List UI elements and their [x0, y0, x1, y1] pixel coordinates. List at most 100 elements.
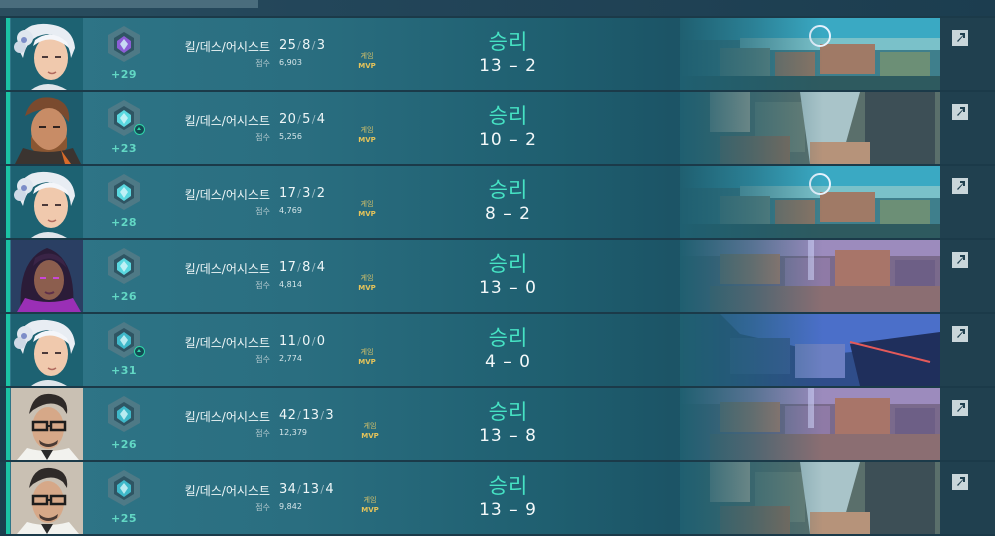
win-indicator-stripe [6, 92, 10, 164]
mvp-line1: 게임 [360, 200, 374, 208]
agent-portrait [11, 166, 83, 238]
score-value: 2,774 [279, 354, 302, 363]
diamond-rank-icon [108, 174, 140, 210]
score-label: 점수 [255, 281, 270, 290]
score-label: 점수 [255, 59, 270, 68]
rank-badge: +31 [100, 320, 148, 386]
header-tab-strip [0, 0, 258, 8]
kills-value: 17 [279, 186, 297, 201]
share-column [940, 166, 995, 238]
score-dash: – [503, 352, 513, 372]
mvp-line1: 게임 [360, 348, 374, 356]
match-result: 승리 [488, 178, 528, 202]
enemy-score: 0 [525, 278, 537, 298]
win-indicator-stripe [6, 240, 10, 312]
score-label: 점수 [255, 133, 270, 142]
match-mvp-badge: 게임 MVP [355, 421, 385, 441]
diamond-rank-icon [108, 248, 140, 284]
kda-label: 킬/데스/어시스트 [184, 188, 270, 202]
kda-value: 11/0/0 [279, 334, 326, 349]
rank-up-icon [134, 346, 145, 357]
match-row-3[interactable]: +28 킬/데스/어시스트 17/3/2 점수 4,769 게임 MVP 승리 … [0, 166, 995, 238]
agent-portrait [11, 18, 83, 90]
open-details-icon[interactable] [950, 176, 970, 196]
mvp-line2: MVP [358, 210, 376, 218]
assists-value: 3 [316, 38, 326, 53]
deaths-value: 13 [302, 482, 320, 497]
map-thumbnail [680, 18, 940, 90]
enemy-score: 2 [525, 130, 537, 150]
open-details-icon[interactable] [950, 102, 970, 122]
kda-label: 킬/데스/어시스트 [184, 114, 270, 128]
match-result: 승리 [488, 104, 528, 128]
kda-label: 킬/데스/어시스트 [184, 410, 270, 424]
agent-portrait [11, 240, 83, 312]
enemy-score: 0 [519, 352, 531, 372]
team-score: 10 [479, 130, 503, 150]
top-bar [0, 0, 995, 16]
match-history-list: +29 킬/데스/어시스트 25/8/3 점수 6,903 게임 MVP 승리 … [0, 18, 995, 536]
kills-value: 25 [279, 38, 297, 53]
match-result: 승리 [488, 400, 528, 424]
round-score: 10 – 2 [460, 130, 556, 150]
deaths-value: 13 [302, 408, 320, 423]
agent-portrait [11, 314, 83, 386]
score-value: 9,842 [279, 502, 302, 511]
kda-value: 17/8/4 [279, 260, 326, 275]
match-row-5[interactable]: +31 킬/데스/어시스트 11/0/0 점수 2,774 게임 MVP 승리 … [0, 314, 995, 386]
rr-change: +26 [110, 290, 138, 303]
map-thumbnail [680, 92, 940, 164]
share-column [940, 314, 995, 386]
match-mvp-badge: 게임 MVP [352, 347, 382, 367]
score-label: 점수 [255, 207, 270, 216]
match-result: 승리 [488, 326, 528, 350]
win-indicator-stripe [6, 314, 10, 386]
rr-change: +31 [110, 364, 138, 377]
rank-badge: +29 [100, 24, 148, 90]
match-result: 승리 [488, 252, 528, 276]
platinum-rank-icon [108, 470, 140, 506]
assists-value: 4 [325, 482, 334, 497]
match-row-7[interactable]: +25 킬/데스/어시스트 34/13/4 점수 9,842 게임 MVP 승리… [0, 462, 995, 534]
match-row-6[interactable]: +26 킬/데스/어시스트 42/13/3 점수 12,379 게임 MVP 승… [0, 388, 995, 460]
win-indicator-stripe [6, 388, 10, 460]
enemy-score: 9 [525, 500, 537, 520]
round-score: 8 – 2 [460, 204, 556, 224]
open-details-icon[interactable] [950, 324, 970, 344]
match-result: 승리 [488, 474, 528, 498]
assists-value: 2 [316, 186, 326, 201]
mvp-line1: 게임 [363, 422, 377, 430]
match-row-1[interactable]: +29 킬/데스/어시스트 25/8/3 점수 6,903 게임 MVP 승리 … [0, 18, 995, 90]
open-details-icon[interactable] [950, 472, 970, 492]
enemy-score: 2 [519, 204, 531, 224]
rr-change: +29 [110, 68, 138, 81]
kda-label: 킬/데스/어시스트 [184, 262, 270, 276]
mvp-line2: MVP [358, 358, 376, 366]
score-value: 4,814 [279, 280, 302, 289]
rank-badge: +25 [100, 468, 148, 534]
deaths-value: 8 [302, 38, 311, 53]
kda-value: 34/13/4 [279, 482, 334, 497]
team-score: 13 [479, 56, 503, 76]
round-score: 4 – 0 [460, 352, 556, 372]
match-result: 승리 [488, 30, 528, 54]
share-column [940, 18, 995, 90]
kills-value: 42 [279, 408, 297, 423]
map-thumbnail [680, 166, 940, 238]
rank-badge: +28 [100, 172, 148, 238]
open-details-icon[interactable] [950, 398, 970, 418]
mvp-line1: 게임 [360, 52, 374, 60]
open-details-icon[interactable] [950, 250, 970, 270]
kills-value: 11 [279, 334, 297, 349]
kda-label: 킬/데스/어시스트 [184, 484, 270, 498]
deaths-value: 5 [302, 112, 311, 127]
map-thumbnail [680, 240, 940, 312]
rank-badge: +26 [100, 394, 148, 460]
match-row-2[interactable]: +23 킬/데스/어시스트 20/5/4 점수 5,256 게임 MVP 승리 … [0, 92, 995, 164]
open-details-icon[interactable] [950, 28, 970, 48]
win-indicator-stripe [6, 462, 10, 534]
enemy-score: 8 [525, 426, 537, 446]
assists-value: 0 [316, 334, 326, 349]
win-indicator-stripe [6, 18, 10, 90]
match-row-4[interactable]: +26 킬/데스/어시스트 17/8/4 점수 4,814 게임 MVP 승리 … [0, 240, 995, 312]
